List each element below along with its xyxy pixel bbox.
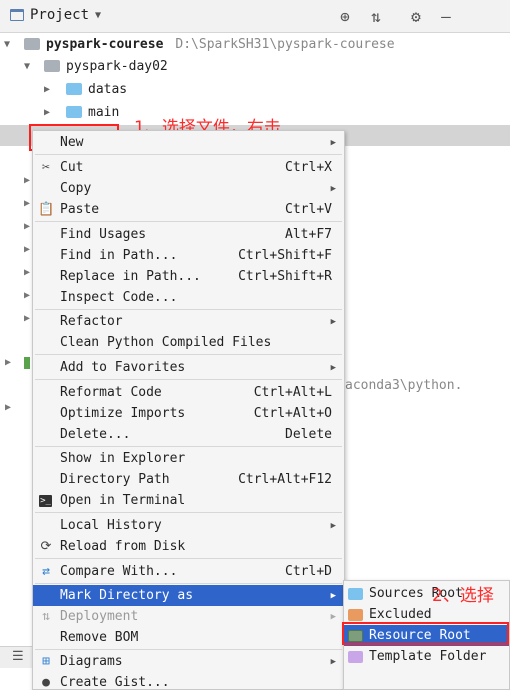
collapsed-arrow-icon: ▶ <box>44 106 51 118</box>
diagram-icon: ⊞ <box>42 654 50 669</box>
submenu-arrow-icon: ▶ <box>330 590 336 601</box>
tree-item-main[interactable]: ▶ main <box>44 101 119 123</box>
menu-separator <box>35 649 342 650</box>
deployment-icon: ⇅ <box>42 609 50 624</box>
github-icon: ● <box>42 675 50 690</box>
compare-icon: ⇄ <box>42 564 50 579</box>
project-toolbar: Project ▼ ⊕ ⇅ ⚙ — <box>0 0 510 33</box>
submenu-arrow-icon: ▶ <box>330 362 336 373</box>
menu-separator <box>35 154 342 155</box>
day-folder-label: pyspark-day02 <box>66 58 168 74</box>
structure-icon[interactable]: ☰ <box>12 649 24 664</box>
collapse-all-icon[interactable]: ⇅ <box>366 6 386 26</box>
menu-item-reformat-code[interactable]: Reformat Code Ctrl+Alt+L <box>33 382 344 403</box>
collapsed-arrow-icon[interactable]: ▶ <box>5 402 11 413</box>
project-window-icon <box>10 9 24 21</box>
menu-item-remove-bom[interactable]: Remove BOM <box>33 627 344 648</box>
submenu-arrow-icon: ▶ <box>330 137 336 148</box>
menu-item-copy[interactable]: Copy ▶ <box>33 178 344 199</box>
submenu-item-template-folder[interactable]: Template Folder <box>344 646 509 667</box>
menu-item-refactor[interactable]: Refactor ▶ <box>33 311 344 332</box>
project-title: Project <box>30 7 90 23</box>
collapsed-arrow-icon: ▶ <box>44 83 51 95</box>
project-view-selector[interactable]: Project ▼ <box>10 7 101 23</box>
menu-item-new[interactable]: New ▶ <box>33 132 344 153</box>
menu-separator <box>35 354 342 355</box>
collapsed-arrow-icon[interactable]: ▶ <box>24 290 30 301</box>
submenu-arrow-icon: ▶ <box>330 656 336 667</box>
menu-item-inspect-code[interactable]: Inspect Code... <box>33 287 344 308</box>
collapsed-arrow-icon[interactable]: ▶ <box>24 267 30 278</box>
folder-icon <box>24 38 40 50</box>
menu-item-optimize-imports[interactable]: Optimize Imports Ctrl+Alt+O <box>33 403 344 424</box>
datas-folder-label: datas <box>88 81 128 97</box>
excluded-folder-icon <box>348 608 363 621</box>
project-name: pyspark-courese <box>46 36 164 52</box>
submenu-arrow-icon: ▶ <box>330 316 336 327</box>
menu-item-create-gist[interactable]: ● Create Gist... <box>33 672 344 690</box>
reload-icon: ⟳ <box>40 539 52 554</box>
menu-separator <box>35 583 342 584</box>
menu-item-paste[interactable]: 📋 Paste Ctrl+V <box>33 199 344 220</box>
menu-separator <box>35 379 342 380</box>
menu-item-show-in-explorer[interactable]: Show in Explorer <box>33 448 344 469</box>
python-path-fragment: aconda3\python. <box>345 378 463 393</box>
folder-icon <box>66 83 82 95</box>
hide-icon[interactable]: — <box>436 6 456 26</box>
folder-icon <box>44 60 60 72</box>
menu-separator <box>35 221 342 222</box>
menu-item-directory-path[interactable]: Directory Path Ctrl+Alt+F12 <box>33 469 344 490</box>
tree-item-project[interactable]: ▼ pyspark-courese D:\SparkSH31\pyspark-c… <box>4 33 395 55</box>
menu-item-deployment[interactable]: ⇅ Deployment ▶ <box>33 606 344 627</box>
menu-item-reload-from-disk[interactable]: ⟳ Reload from Disk <box>33 536 344 557</box>
menu-item-cut[interactable]: ✂ Cut Ctrl+X <box>33 157 344 178</box>
expanded-arrow-icon: ▼ <box>24 60 31 72</box>
locate-icon[interactable]: ⊕ <box>335 6 355 26</box>
collapsed-arrow-icon[interactable]: ▶ <box>24 198 30 209</box>
menu-item-local-history[interactable]: Local History ▶ <box>33 515 344 536</box>
menu-item-clean-python[interactable]: Clean Python Compiled Files <box>33 332 344 353</box>
menu-item-add-to-favorites[interactable]: Add to Favorites ▶ <box>33 357 344 378</box>
scissors-icon: ✂ <box>42 160 50 175</box>
collapsed-arrow-icon[interactable]: ▶ <box>24 244 30 255</box>
menu-separator <box>35 512 342 513</box>
collapsed-arrow-icon[interactable]: ▶ <box>24 313 30 324</box>
library-icon <box>24 357 30 369</box>
collapsed-arrow-icon[interactable]: ▶ <box>5 357 11 368</box>
menu-item-compare-with[interactable]: ⇄ Compare With... Ctrl+D <box>33 561 344 582</box>
menu-item-find-usages[interactable]: Find Usages Alt+F7 <box>33 224 344 245</box>
submenu-arrow-icon: ▶ <box>330 520 336 531</box>
menu-item-delete[interactable]: Delete... Delete <box>33 424 344 445</box>
tree-item-datas[interactable]: ▶ datas <box>44 78 127 100</box>
main-folder-label: main <box>88 104 120 120</box>
menu-separator <box>35 446 342 447</box>
collapsed-arrow-icon[interactable]: ▶ <box>24 175 30 186</box>
menu-item-diagrams[interactable]: ⊞ Diagrams ▶ <box>33 651 344 672</box>
folder-icon <box>66 106 82 118</box>
resource-root-highlight-box <box>342 622 509 645</box>
context-menu: New ▶ ✂ Cut Ctrl+X Copy ▶ 📋 Paste Ctrl+V… <box>32 130 345 690</box>
submenu-arrow-icon: ▶ <box>330 183 336 194</box>
menu-item-mark-directory-as[interactable]: Mark Directory as ▶ <box>33 585 344 606</box>
menu-separator <box>35 558 342 559</box>
expanded-arrow-icon: ▼ <box>4 38 11 50</box>
menu-item-replace-in-path[interactable]: Replace in Path... Ctrl+Shift+R <box>33 266 344 287</box>
collapsed-arrow-icon[interactable]: ▶ <box>24 221 30 232</box>
menu-item-find-in-path[interactable]: Find in Path... Ctrl+Shift+F <box>33 245 344 266</box>
menu-separator <box>35 309 342 310</box>
tree-item-day02[interactable]: ▼ pyspark-day02 <box>24 55 168 77</box>
gear-icon[interactable]: ⚙ <box>406 6 426 26</box>
template-folder-icon <box>348 650 363 663</box>
chevron-down-icon: ▼ <box>95 9 102 21</box>
terminal-icon: >_ <box>39 494 52 507</box>
menu-item-open-in-terminal[interactable]: >_ Open in Terminal <box>33 490 344 511</box>
sources-root-folder-icon <box>348 587 363 600</box>
annotation-step2: 2、选择 <box>432 586 494 606</box>
clipboard-icon: 📋 <box>38 202 55 217</box>
project-path: D:\SparkSH31\pyspark-courese <box>175 36 395 52</box>
submenu-arrow-icon: ▶ <box>330 611 336 622</box>
bottom-tool-strip: ☰ <box>0 646 34 668</box>
